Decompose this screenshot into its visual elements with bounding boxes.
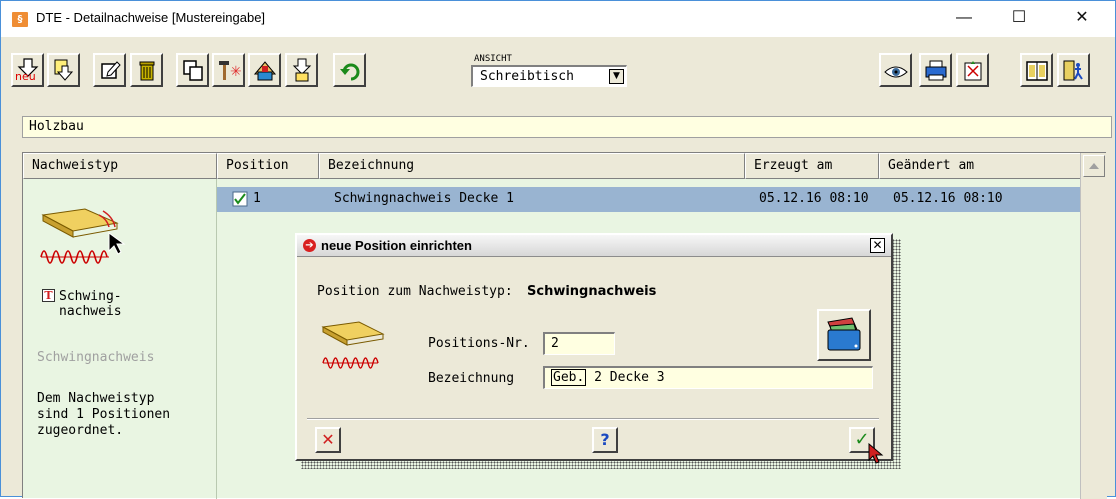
help-icon: ? xyxy=(600,430,610,449)
close-button[interactable]: ✕ xyxy=(1059,1,1105,37)
print-button[interactable] xyxy=(919,53,952,87)
new-label: neu xyxy=(15,70,36,83)
exit-icon xyxy=(1063,60,1083,81)
row-position: 1 xyxy=(253,191,261,206)
manual-icon xyxy=(1026,61,1048,81)
settings-button[interactable] xyxy=(956,53,989,87)
chevron-down-icon[interactable]: ▼ xyxy=(609,69,624,84)
eye-icon xyxy=(884,66,908,78)
type-info-column: T Schwing- nachweis Schwingnachweis Dem … xyxy=(23,179,217,499)
cancel-button[interactable]: ✕ xyxy=(315,427,341,453)
output-icon xyxy=(827,317,861,351)
arrow-right-icon: ➔ xyxy=(303,239,316,252)
info-line2: sind 1 Positionen xyxy=(37,407,171,422)
open-button[interactable] xyxy=(47,53,80,87)
help-button[interactable]: ? xyxy=(592,427,618,453)
view-select[interactable]: Schreibtisch ▼ xyxy=(471,65,627,87)
title-bar[interactable]: § DTE - Detailnachweise [Mustereingabe] … xyxy=(1,1,1115,37)
position-number-label: Positions-Nr. xyxy=(428,336,530,351)
table-row[interactable]: 1 Schwingnachweis Decke 1 05.12.16 08:10… xyxy=(217,187,1081,212)
dialog-title: neue Position einrichten xyxy=(321,238,472,253)
view-select-value: Schreibtisch xyxy=(480,69,574,84)
row-created: 05.12.16 08:10 xyxy=(759,191,869,206)
chevron-up-icon xyxy=(1089,163,1099,169)
svg-text:✳: ✳ xyxy=(230,64,241,80)
row-description: Schwingnachweis Decke 1 xyxy=(334,191,515,206)
import-button[interactable] xyxy=(285,53,318,87)
output-button[interactable] xyxy=(248,53,281,87)
mouse-cursor-icon xyxy=(868,443,884,464)
delete-button[interactable] xyxy=(130,53,163,87)
scroll-up-button[interactable] xyxy=(1083,155,1105,177)
column-header-modified[interactable]: Geändert am xyxy=(879,153,1081,179)
dialog-type-value: Schwingnachweis xyxy=(527,284,657,299)
info-line1: Dem Nachweistyp xyxy=(37,391,155,406)
dialog-type-prefix: Position zum Nachweistyp: xyxy=(317,284,513,299)
dialog-separator xyxy=(307,418,879,420)
cancel-icon: ✕ xyxy=(321,430,335,449)
settings-icon xyxy=(964,61,982,81)
edit-icon xyxy=(101,61,121,79)
undo-icon xyxy=(340,63,360,81)
description-label: Bezeichnung xyxy=(428,371,515,386)
view-button[interactable] xyxy=(879,53,912,87)
tools-button[interactable]: ✳ xyxy=(212,53,245,87)
app-icon[interactable]: § xyxy=(12,12,28,27)
tools-icon: ✳ xyxy=(219,61,241,80)
maximize-button[interactable]: ☐ xyxy=(996,1,1042,37)
toolbar: neu ✳ ANSICHT Schreibtisch ▼ xyxy=(1,37,1115,105)
new-position-dialog: ➔ neue Position einrichten ✕ Position zu… xyxy=(295,233,893,464)
column-header-description[interactable]: Bezeichnung xyxy=(319,153,745,179)
import-icon xyxy=(292,58,312,82)
description-input[interactable]: Geb. 2 Decke 3 xyxy=(543,366,873,389)
vibration-floor-icon xyxy=(321,321,385,369)
type-name-line1: Schwing- xyxy=(59,289,122,304)
description-selected-text: Geb. xyxy=(551,369,587,386)
position-number-input[interactable]: 2 xyxy=(543,332,615,355)
column-header-position[interactable]: Position xyxy=(217,153,319,179)
window-title: DTE - Detailnachweise [Mustereingabe] xyxy=(36,10,266,25)
category-field[interactable]: Holzbau xyxy=(22,116,1112,138)
minimize-button[interactable]: — xyxy=(941,1,987,37)
new-button[interactable]: neu xyxy=(11,53,44,87)
vibration-floor-icon xyxy=(40,208,126,264)
view-label: ANSICHT xyxy=(474,54,512,64)
type-name-line2: nachweis xyxy=(59,304,122,319)
copy-button[interactable] xyxy=(176,53,209,87)
row-modified: 05.12.16 08:10 xyxy=(893,191,1003,206)
dialog-output-button[interactable] xyxy=(817,309,871,361)
undo-button[interactable] xyxy=(333,53,366,87)
info-line3: zugeordnet. xyxy=(37,423,124,438)
dialog-close-button[interactable]: ✕ xyxy=(870,238,885,253)
application-window: § DTE - Detailnachweise [Mustereingabe] … xyxy=(0,0,1116,499)
open-icon xyxy=(54,59,74,81)
output-icon xyxy=(253,61,277,81)
exit-button[interactable] xyxy=(1057,53,1090,87)
vertical-scrollbar[interactable] xyxy=(1080,153,1107,499)
manual-button[interactable] xyxy=(1020,53,1053,87)
print-icon xyxy=(925,60,947,81)
column-header-created[interactable]: Erzeugt am xyxy=(745,153,879,179)
delete-icon xyxy=(139,61,155,81)
column-header-type[interactable]: Nachweistyp xyxy=(23,153,217,179)
text-type-icon: T xyxy=(42,289,55,302)
description-rest-text: 2 Decke 3 xyxy=(586,370,665,385)
copy-icon xyxy=(183,60,203,81)
type-title: Schwingnachweis xyxy=(37,350,155,365)
dialog-title-bar[interactable]: ➔ neue Position einrichten ✕ xyxy=(297,235,891,257)
position-ok-icon xyxy=(232,191,248,207)
edit-button[interactable] xyxy=(93,53,126,87)
